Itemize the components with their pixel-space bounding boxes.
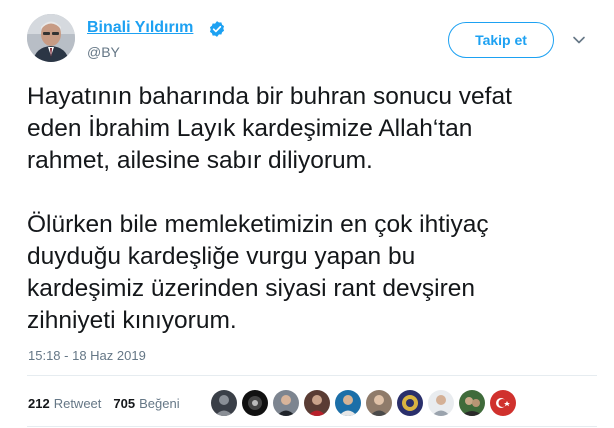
follow-button[interactable]: Takip et xyxy=(448,22,554,58)
liker-avatar[interactable] xyxy=(458,389,486,417)
retweet-stat[interactable]: 212 Retweet xyxy=(28,396,101,411)
liker-avatar[interactable] xyxy=(210,389,238,417)
tweet-paragraph-1: Hayatının baharında bir buhran sonucu ve… xyxy=(27,83,512,174)
retweet-label: Retweet xyxy=(53,396,102,411)
tweet-card: Binali Yıldırım @BY Takip et Hayatının b… xyxy=(0,0,614,428)
tweet-text: Hayatının baharında bir buhran sonucu ve… xyxy=(27,81,597,337)
liker-avatar[interactable] xyxy=(272,389,300,417)
liker-avatar[interactable] xyxy=(489,389,517,417)
author-name[interactable]: Binali Yıldırım xyxy=(87,19,193,37)
like-label: Beğeni xyxy=(139,396,180,411)
liker-avatar[interactable] xyxy=(396,389,424,417)
divider xyxy=(27,375,597,376)
tweet-timestamp[interactable]: 15:18 - 18 Haz 2019 xyxy=(28,348,146,363)
divider xyxy=(27,426,597,427)
tweet-stats: 212 Retweet 705 Beğeni xyxy=(28,396,180,411)
like-count: 705 xyxy=(113,396,136,411)
author-handle[interactable]: @BY xyxy=(87,44,120,60)
liker-avatar[interactable] xyxy=(241,389,269,417)
retweet-count: 212 xyxy=(28,396,50,411)
liker-avatar[interactable] xyxy=(334,389,362,417)
verified-badge-icon xyxy=(209,21,225,37)
chevron-down-icon[interactable] xyxy=(572,33,586,47)
liker-avatars xyxy=(210,389,517,417)
avatar-image xyxy=(27,14,75,62)
liker-avatar[interactable] xyxy=(427,389,455,417)
liker-avatar[interactable] xyxy=(303,389,331,417)
tweet-paragraph-2: Ölürken bile memleketimizin en çok ihtiy… xyxy=(27,211,489,334)
liker-avatar[interactable] xyxy=(365,389,393,417)
author-avatar[interactable] xyxy=(27,14,75,62)
like-stat[interactable]: 705 Beğeni xyxy=(113,396,179,411)
